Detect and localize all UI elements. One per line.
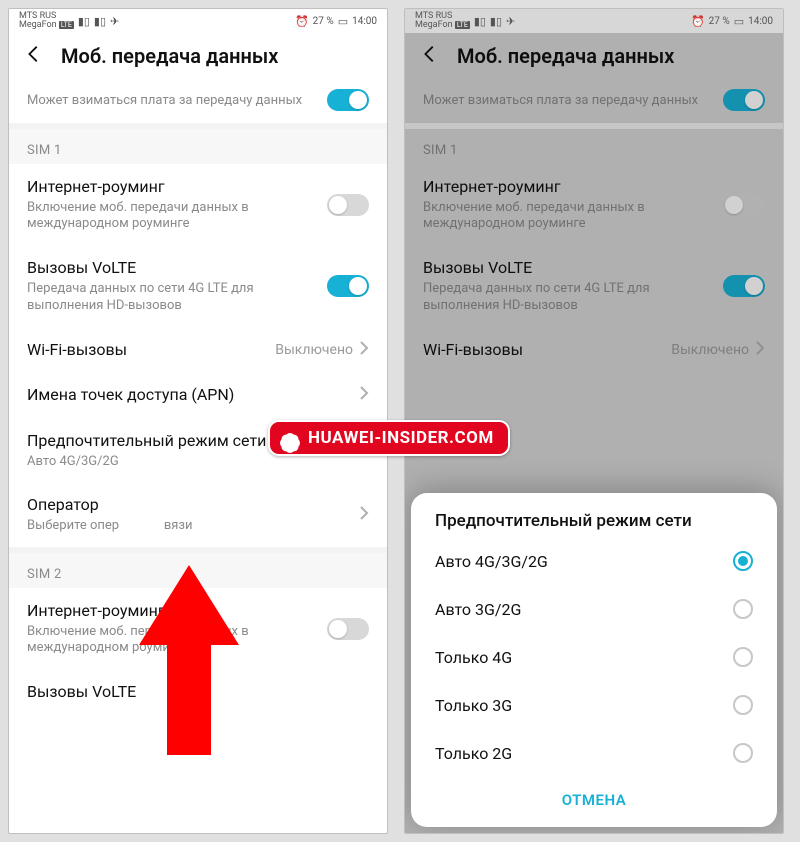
- volte-toggle[interactable]: [723, 275, 765, 297]
- chevron-right-icon: [359, 505, 369, 525]
- apn-title: Имена точек доступа (APN): [27, 384, 359, 406]
- mobile-data-toggle-row[interactable]: Может взиматься плата за передачу данных: [405, 77, 783, 123]
- lte-badge: LTE: [455, 21, 470, 29]
- chevron-right-icon: [359, 440, 369, 460]
- signal-icon: ▮▯: [474, 15, 486, 28]
- roaming-toggle[interactable]: [327, 194, 369, 216]
- carrier-2: MegaFon: [19, 20, 57, 30]
- dialog-title: Предпочтительный режим сети: [421, 511, 767, 537]
- netmode-title: Предпочтительный режим сети: [27, 430, 359, 452]
- dialog-option-0[interactable]: Авто 4G/3G/2G: [421, 537, 767, 585]
- chevron-right-icon: [755, 340, 765, 360]
- dialog-option-1[interactable]: Авто 3G/2G: [421, 585, 767, 633]
- battery-icon: ▭: [734, 15, 744, 28]
- page-title: Моб. передача данных: [61, 44, 278, 68]
- row-roaming[interactable]: Интернет-роуминг Включение моб. передачи…: [405, 164, 783, 245]
- row-wifi-calls[interactable]: Wi-Fi-вызовы Выключено: [405, 327, 783, 373]
- roaming-title: Интернет-роуминг: [423, 176, 723, 198]
- roaming2-title: Интернет-роуминг: [27, 600, 327, 622]
- alarm-icon: ⏰: [691, 15, 705, 28]
- mobile-data-sub: Может взиматься плата за передачу данных: [27, 93, 327, 110]
- radio-icon: [733, 695, 753, 715]
- dialog-cancel-button[interactable]: ОТМЕНА: [421, 777, 767, 819]
- signal-icon: ▮▯: [94, 15, 106, 28]
- statusbar: MTS RUS MegaFon LTE ▮▯ ▮▯ ✈ ⏰ 27 % ▭ 14:…: [9, 9, 387, 33]
- signal-icon: ▮▯: [78, 15, 90, 28]
- roaming2-sub: Включение моб. передачи данных в междуна…: [27, 624, 327, 658]
- netmode-sub: Авто 4G/3G/2G: [27, 454, 359, 471]
- row-operator[interactable]: Оператор Выберите оператора связи: [9, 482, 387, 546]
- volte-toggle[interactable]: [327, 275, 369, 297]
- clock-text: 14:00: [352, 16, 377, 27]
- phone-right: MTS RUS MegaFon LTE ▮▯ ▮▯ ✈ ⏰ 27 % ▭ 14:…: [404, 8, 784, 834]
- telegram-icon: ✈: [506, 15, 515, 28]
- dialog-option-4[interactable]: Только 2G: [421, 729, 767, 777]
- page-title: Моб. передача данных: [457, 44, 674, 68]
- radio-icon: [733, 551, 753, 571]
- battery-text: 27 %: [313, 16, 334, 27]
- statusbar: MTS RUS MegaFon LTE ▮▯ ▮▯ ✈ ⏰ 27 % ▭ 14:…: [405, 9, 783, 33]
- row-roaming[interactable]: Интернет-роуминг Включение моб. передачи…: [9, 164, 387, 245]
- volte-title: Вызовы VoLTE: [27, 257, 327, 279]
- battery-icon: ▭: [338, 15, 348, 28]
- section-sim1: SIM 1: [405, 129, 783, 164]
- roaming-title: Интернет-роуминг: [27, 176, 327, 198]
- section-sim2: SIM 2: [9, 553, 387, 588]
- radio-icon: [733, 647, 753, 667]
- alarm-icon: ⏰: [295, 15, 309, 28]
- mobile-data-toggle[interactable]: [723, 89, 765, 111]
- mobile-data-toggle-row[interactable]: Может взиматься плата за передачу данных: [9, 77, 387, 123]
- telegram-icon: ✈: [110, 15, 119, 28]
- roaming-sub: Включение моб. передачи данных в междуна…: [423, 200, 723, 234]
- mobile-data-toggle[interactable]: [327, 89, 369, 111]
- row-wifi-calls[interactable]: Wi-Fi-вызовы Выключено: [9, 327, 387, 373]
- lte-badge: LTE: [59, 21, 74, 29]
- row-netmode[interactable]: Предпочтительный режим сети Авто 4G/3G/2…: [9, 418, 387, 482]
- mobile-data-sub: Может взиматься плата за передачу данных: [423, 93, 723, 110]
- volte-sub: Передача данных по сети 4G LTE для выпол…: [27, 281, 327, 315]
- back-icon[interactable]: [419, 43, 441, 69]
- signal-icon: ▮▯: [490, 15, 502, 28]
- dialog-option-2[interactable]: Только 4G: [421, 633, 767, 681]
- roaming-toggle[interactable]: [723, 194, 765, 216]
- volte-title: Вызовы VoLTE: [423, 257, 723, 279]
- netmode-dialog: Предпочтительный режим сети Авто 4G/3G/2…: [411, 493, 777, 827]
- section-sim1: SIM 1: [9, 129, 387, 164]
- carrier-2: MegaFon: [415, 20, 453, 30]
- volte-sub: Передача данных по сети 4G LTE для выпол…: [423, 281, 723, 315]
- row-volte[interactable]: Вызовы VoLTE Передача данных по сети 4G …: [9, 245, 387, 326]
- volte2-title: Вызовы VoLTE: [27, 681, 369, 703]
- row-volte[interactable]: Вызовы VoLTE Передача данных по сети 4G …: [405, 245, 783, 326]
- chevron-right-icon: [359, 385, 369, 405]
- titlebar: Моб. передача данных: [9, 33, 387, 77]
- roaming2-toggle[interactable]: [327, 618, 369, 640]
- wifi-calls-value: Выключено: [275, 342, 353, 358]
- dialog-option-3[interactable]: Только 3G: [421, 681, 767, 729]
- phone-left: MTS RUS MegaFon LTE ▮▯ ▮▯ ✈ ⏰ 27 % ▭ 14:…: [8, 8, 388, 834]
- row-volte-sim2[interactable]: Вызовы VoLTE: [9, 669, 387, 707]
- wifi-calls-value: Выключено: [671, 342, 749, 358]
- battery-text: 27 %: [709, 16, 730, 27]
- titlebar: Моб. передача данных: [405, 33, 783, 77]
- operator-title: Оператор: [27, 494, 359, 516]
- operator-sub: Выберите оператора связи: [27, 518, 359, 535]
- row-roaming-sim2[interactable]: Интернет-роуминг Включение моб. передачи…: [9, 588, 387, 669]
- clock-text: 14:00: [748, 16, 773, 27]
- radio-icon: [733, 599, 753, 619]
- back-icon[interactable]: [23, 43, 45, 69]
- row-apn[interactable]: Имена точек доступа (APN): [9, 372, 387, 418]
- chevron-right-icon: [359, 340, 369, 360]
- wifi-calls-title: Wi-Fi-вызовы: [27, 339, 275, 361]
- wifi-calls-title: Wi-Fi-вызовы: [423, 339, 671, 361]
- roaming-sub: Включение моб. передачи данных в междуна…: [27, 200, 327, 234]
- radio-icon: [733, 743, 753, 763]
